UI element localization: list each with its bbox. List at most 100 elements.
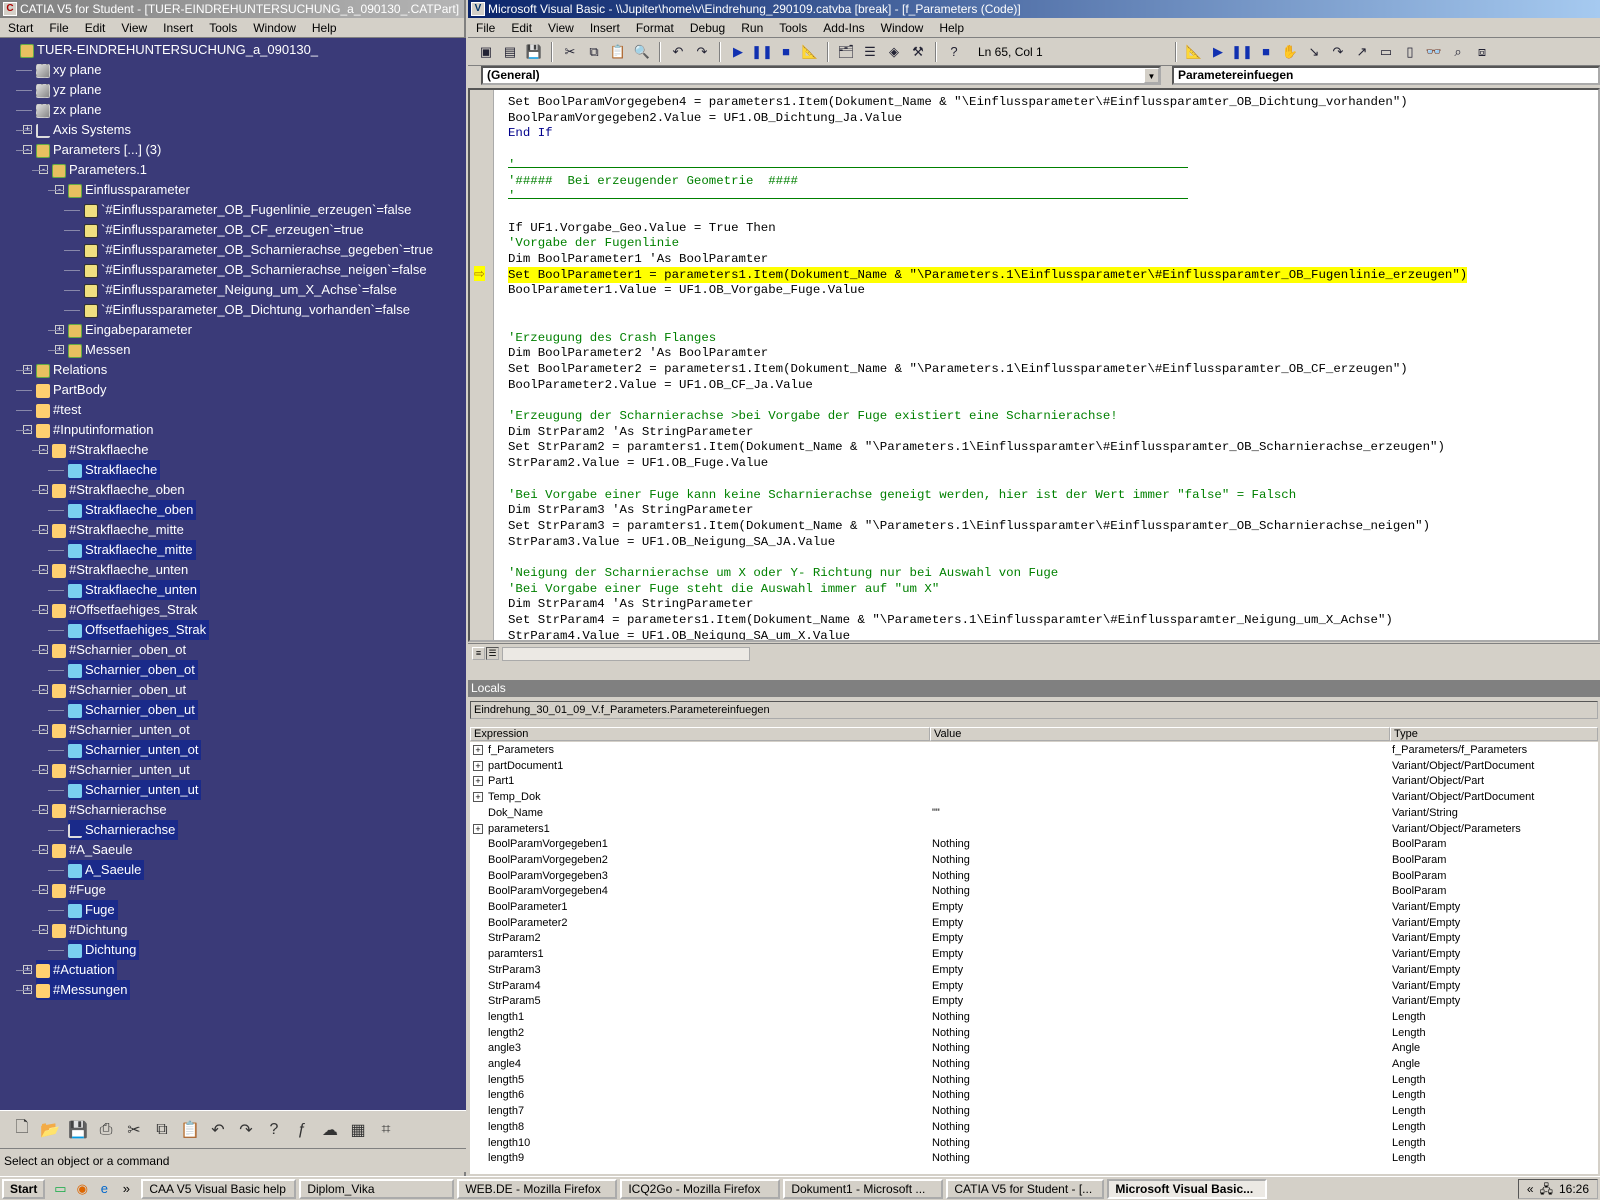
print-icon[interactable]: ⎙ [96, 1121, 116, 1139]
taskbar-button[interactable]: CATIA V5 for Student - [... [946, 1178, 1105, 1199]
tree-node[interactable]: Parameters [...] (3) [36, 140, 161, 160]
locals-row[interactable]: StrParam5 Empty Variant/Empty [470, 993, 1598, 1009]
tree-node[interactable]: Parameters.1 [52, 160, 147, 180]
immediate-window-icon[interactable]: ▯ [1400, 42, 1420, 62]
locals-row[interactable]: BoolParamVorgegeben1 Nothing BoolParam [470, 836, 1598, 852]
undo-icon[interactable]: ↶ [208, 1120, 228, 1140]
firefox-icon[interactable]: ◉ [73, 1180, 91, 1198]
menu-edit[interactable]: Edit [77, 21, 114, 35]
full-module-view-icon[interactable]: ☰ [486, 647, 499, 660]
locals-row[interactable]: + f_Parameters f_Parameters/f_Parameters [470, 742, 1598, 758]
code-line[interactable]: BoolParameter2.Value = UF1.OB_CF_Ja.Valu… [508, 377, 813, 393]
design-mode-icon[interactable]: 📐 [1184, 42, 1204, 62]
expand-icon[interactable]: + [473, 745, 483, 755]
paste-icon[interactable]: 📋 [180, 1120, 200, 1140]
menu-file[interactable]: File [468, 21, 503, 35]
open-icon[interactable]: 📂 [40, 1120, 60, 1140]
locals-row[interactable]: length1 Nothing Length [470, 1009, 1598, 1025]
menu-insert[interactable]: Insert [582, 21, 628, 35]
tree-node[interactable]: Eingabeparameter [68, 320, 192, 340]
code-line[interactable]: StrParam2.Value = UF1.OB_Fuge.Value [508, 455, 768, 471]
taskbar-button[interactable]: WEB.DE - Mozilla Firefox [457, 1178, 618, 1199]
code-line[interactable]: If UF1.Vorgabe_Geo.Value = True Then [508, 220, 776, 236]
redo-icon[interactable]: ↷ [236, 1120, 256, 1140]
code-line[interactable]: Set BoolParameter2 = parameters1.Item(Do… [508, 361, 1408, 377]
code-line[interactable]: Set BoolParameter1 = parameters1.Item(Do… [508, 266, 1468, 283]
code-line[interactable]: Set StrParam3 = paramters1.Item(Dokument… [508, 518, 1430, 534]
cut-icon[interactable]: ✂ [124, 1120, 144, 1140]
tree-node[interactable]: Relations [36, 360, 107, 380]
code-line[interactable]: BoolParameter1.Value = UF1.OB_Vorgabe_Fu… [508, 282, 865, 298]
tree-node[interactable]: #Scharnier_oben_ot [52, 640, 186, 660]
step-into-icon[interactable]: ↘ [1304, 42, 1324, 62]
whats-this-icon[interactable]: ? [264, 1121, 284, 1139]
tree-node[interactable]: #Scharnier_unten_ot [52, 720, 190, 740]
locals-row[interactable]: + parameters1 Variant/Object/Parameters [470, 821, 1598, 837]
column-header-expression[interactable]: Expression [470, 727, 930, 741]
reset-icon[interactable]: ■ [776, 42, 796, 62]
code-line[interactable]: 'Vorgabe der Fugenlinie [508, 235, 679, 251]
tree-node[interactable]: `#Einflussparameter_OB_Dichtung_vorhande… [84, 300, 410, 320]
code-line[interactable]: '##### Bei erzeugender Geometrie #### [508, 173, 798, 189]
locals-row[interactable]: length6 Nothing Length [470, 1087, 1598, 1103]
object-combo[interactable]: (General) ▼ [481, 66, 1161, 85]
locals-row[interactable]: length2 Nothing Length [470, 1025, 1598, 1041]
menu-format[interactable]: Format [628, 21, 682, 35]
save-icon[interactable]: 💾 [524, 42, 544, 62]
code-line[interactable]: Dim BoolParameter1 'As BoolParamter [508, 251, 768, 267]
tree-node[interactable]: xy plane [36, 60, 101, 80]
column-header-value[interactable]: Value [930, 727, 1390, 741]
code-line[interactable]: Set StrParam2 = paramters1.Item(Dokument… [508, 439, 1445, 455]
chevron-left-icon[interactable]: « [1527, 1180, 1534, 1198]
tree-node[interactable]: `#Einflussparameter_Neigung_um_X_Achse`=… [84, 280, 397, 300]
tree-node[interactable]: #Strakflaeche_oben [52, 480, 185, 500]
taskbar-button[interactable]: Dokument1 - Microsoft ... [783, 1178, 944, 1199]
watch-window-icon[interactable]: 👓 [1424, 42, 1444, 62]
locals-window-icon[interactable]: ▭ [1376, 42, 1396, 62]
undo-icon[interactable]: ↶ [668, 42, 688, 62]
menu-help[interactable]: Help [304, 21, 345, 35]
tree-node[interactable]: #Strakflaeche [52, 440, 149, 460]
code-line[interactable]: Dim StrParam4 'As StringParameter [508, 596, 753, 612]
start-button[interactable]: Start [2, 1178, 46, 1199]
desktop-icon[interactable]: ▭ [51, 1180, 69, 1198]
procedure-view-icon[interactable]: ≡ [472, 647, 485, 660]
tree-node[interactable]: Einflussparameter [68, 180, 190, 200]
tree-node[interactable]: Scharnier_unten_ut [68, 780, 202, 800]
formula-icon[interactable]: ƒ [292, 1121, 312, 1139]
code-line[interactable]: Dim StrParam3 'As StringParameter [508, 502, 753, 518]
locals-row[interactable]: length10 Nothing Length [470, 1135, 1598, 1151]
taskbar-button[interactable]: Diplom_Vika [299, 1178, 455, 1199]
tree-node[interactable]: Scharnier_oben_ut [68, 700, 198, 720]
locals-row[interactable]: angle3 Nothing Angle [470, 1040, 1598, 1056]
measure-icon[interactable]: ⌗ [376, 1121, 396, 1139]
locals-row[interactable]: + Temp_Dok Variant/Object/PartDocument [470, 789, 1598, 805]
menu-tools[interactable]: Tools [771, 21, 815, 35]
code-line[interactable]: Dim StrParam2 'As StringParameter [508, 424, 753, 440]
tree-node[interactable]: Fuge [68, 900, 118, 920]
run-icon[interactable]: ▶ [1208, 42, 1228, 62]
margin-indicator-bar[interactable] [470, 90, 494, 640]
menu-insert[interactable]: Insert [155, 21, 201, 35]
tree-node[interactable]: #Scharnierachse [52, 800, 167, 820]
locals-row[interactable]: length9 Nothing Length [470, 1150, 1598, 1166]
menu-window[interactable]: Window [873, 21, 932, 35]
tree-node[interactable]: #Actuation [36, 960, 118, 980]
tree-node[interactable]: zx plane [36, 100, 101, 120]
tree-node[interactable]: `#Einflussparameter_OB_Scharnierachse_ge… [84, 240, 433, 260]
menu-run[interactable]: Run [733, 21, 771, 35]
find-icon[interactable]: 🔍 [632, 42, 652, 62]
network-icon[interactable]: 🖧 [1540, 1180, 1553, 1198]
insert-userform-icon[interactable]: ▤ [500, 42, 520, 62]
step-out-icon[interactable]: ↗ [1352, 42, 1372, 62]
locals-row[interactable]: length8 Nothing Length [470, 1119, 1598, 1135]
copy-icon[interactable]: ⧉ [152, 1121, 172, 1139]
code-line[interactable]: 'Bei Vorgabe einer Fuge kann keine Schar… [508, 487, 1296, 503]
locals-row[interactable]: BoolParameter2 Empty Variant/Empty [470, 915, 1598, 931]
code-line[interactable]: Set BoolParamVorgegeben4 = parameters1.I… [508, 94, 1408, 110]
taskbar-button[interactable]: CAA V5 Visual Basic help [141, 1178, 297, 1199]
menu-start[interactable]: Start [0, 21, 41, 35]
cut-icon[interactable]: ✂ [560, 42, 580, 62]
expand-icon[interactable]: + [473, 760, 483, 771]
code-line[interactable]: ' [508, 188, 515, 204]
